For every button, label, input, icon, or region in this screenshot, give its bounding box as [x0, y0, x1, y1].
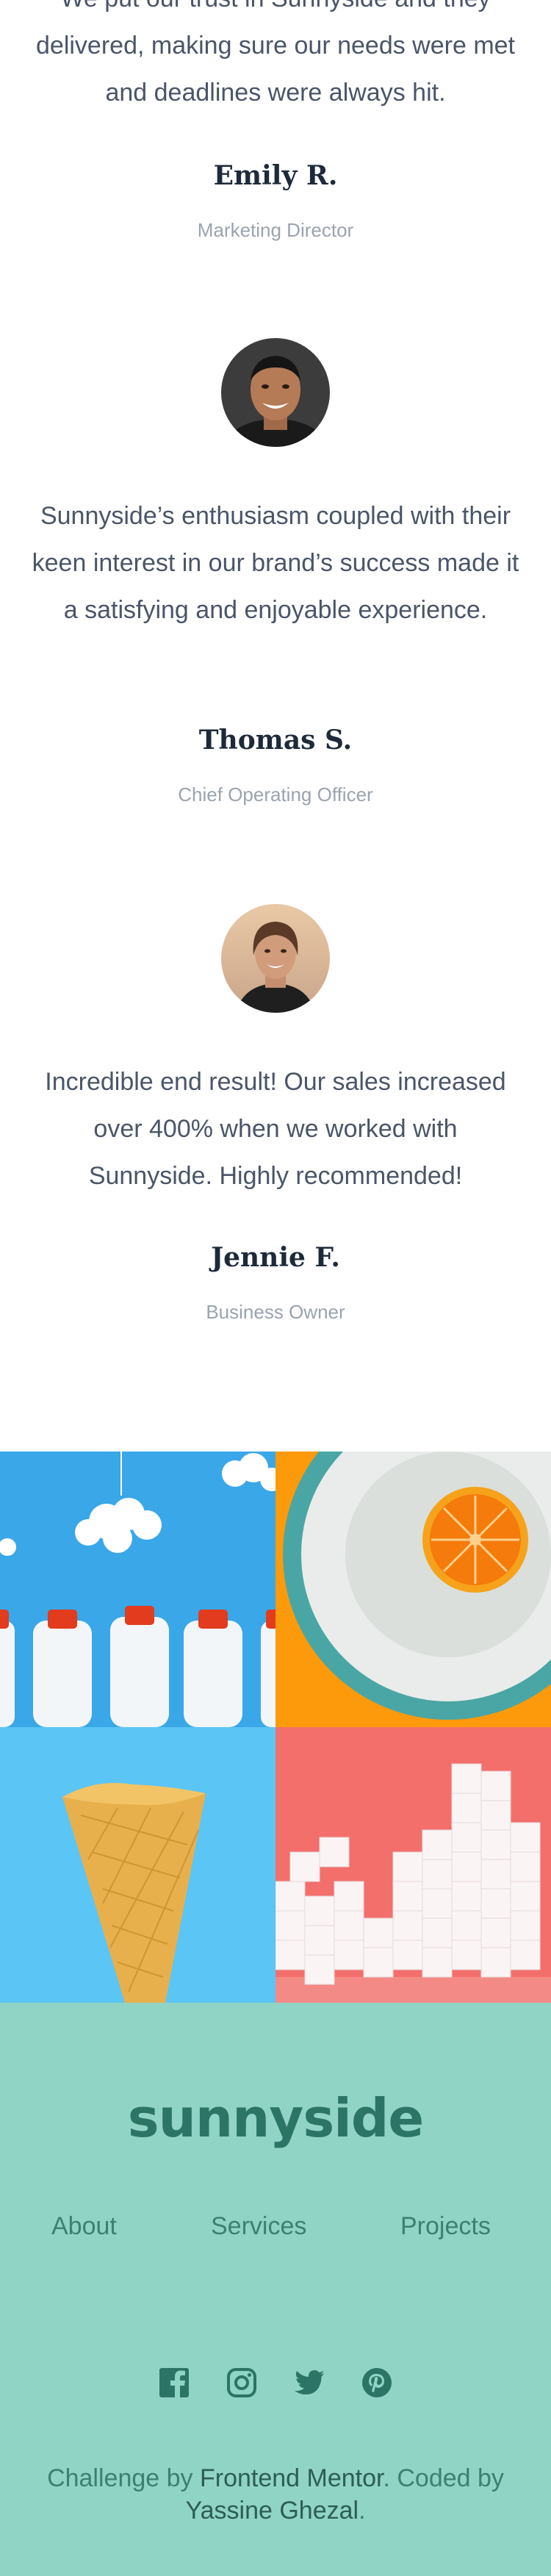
- testimonials-section: We put our trust in Sunnyside and they d…: [0, 0, 551, 1452]
- footer-logo[interactable]: sunnyside: [0, 2087, 551, 2149]
- avatar: [221, 904, 330, 1013]
- attribution: Challenge by Frontend Mentor. Coded by Y…: [44, 2462, 507, 2527]
- footer-nav-projects[interactable]: Projects: [400, 2212, 491, 2241]
- credit-suffix: .: [359, 2497, 366, 2525]
- gallery-image-orange: [276, 1452, 551, 1727]
- footer: sunnyside About Services Projects Challe…: [0, 2003, 551, 2576]
- social-links: [0, 2367, 551, 2399]
- twitter-icon[interactable]: [293, 2367, 325, 2399]
- author-link[interactable]: Yassine Ghezal: [185, 2497, 359, 2525]
- footer-nav-about[interactable]: About: [51, 2212, 117, 2241]
- gallery-image-cone: [0, 1727, 276, 2003]
- gallery-image-sugar-cubes: [276, 1727, 551, 2003]
- page: We put our trust in Sunnyside and they d…: [0, 0, 551, 2576]
- footer-nav: About Services Projects: [0, 2212, 551, 2249]
- pinterest-icon[interactable]: [361, 2367, 393, 2399]
- credit-mid: . Coded by: [383, 2464, 504, 2492]
- gallery-image-milk-bottles: [0, 1452, 276, 1727]
- testimonial-role: Marketing Director: [197, 219, 354, 241]
- avatar: [221, 338, 330, 447]
- testimonial-name: Thomas S.: [198, 725, 353, 756]
- facebook-icon[interactable]: [158, 2367, 190, 2399]
- testimonial-quote: We put our trust in Sunnyside and they d…: [36, 0, 515, 107]
- instagram-icon[interactable]: [226, 2367, 258, 2399]
- testimonial-name: Jennie F.: [211, 1242, 340, 1273]
- testimonial-role: Business Owner: [206, 1301, 345, 1323]
- testimonial-name: Emily R.: [213, 160, 338, 191]
- testimonial-quote: Incredible end result! Our sales increas…: [45, 1068, 506, 1190]
- image-gallery: [0, 1452, 551, 2003]
- testimonial-role: Chief Operating Officer: [178, 783, 373, 806]
- testimonial-quote: Sunnyside’s enthusiasm coupled with thei…: [32, 502, 519, 624]
- credit-prefix: Challenge by: [47, 2464, 200, 2492]
- frontend-mentor-link[interactable]: Frontend Mentor: [200, 2464, 383, 2492]
- footer-nav-services[interactable]: Services: [211, 2212, 306, 2241]
